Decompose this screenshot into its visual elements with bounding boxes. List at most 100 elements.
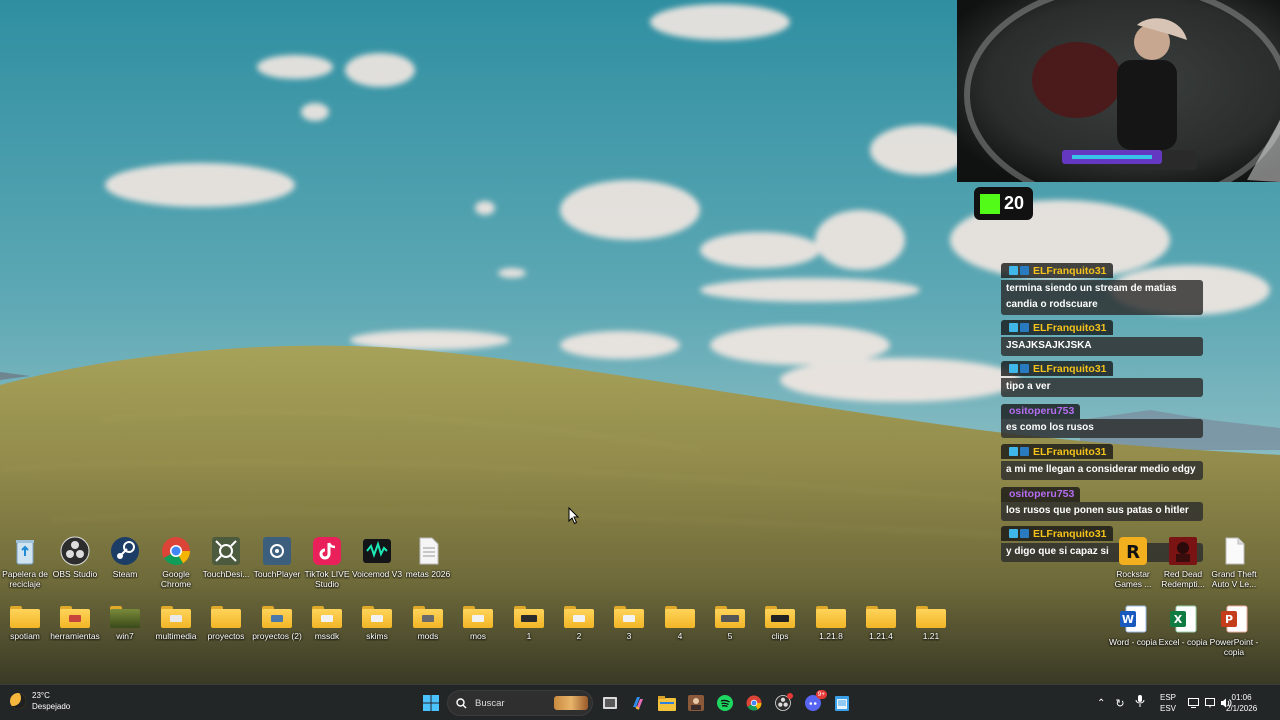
notepad-button[interactable]: [831, 692, 853, 714]
folder-proyectos-2[interactable]: proyectos (2): [252, 602, 302, 641]
taskbar: 23°C Despejado Buscar 9+ ⌃ ↻ ESP ESV 01:…: [0, 684, 1280, 720]
desktop-icon-red-dead[interactable]: Red Dead Redempti...: [1158, 536, 1208, 589]
desktop-icon-chrome[interactable]: Google Chrome: [151, 536, 201, 589]
desktop-icon-steam[interactable]: Steam: [100, 536, 150, 579]
icon-label: 5: [727, 631, 733, 641]
windows-start-button[interactable]: [420, 692, 442, 714]
icon-label: proyectos (2): [252, 631, 302, 641]
chat-username-tag: ELFranquito31: [1001, 526, 1113, 541]
desktop-icon-gta[interactable]: Grand Theft Auto V Le...: [1209, 536, 1259, 589]
desktop-icon-recycle-bin[interactable]: Papelera de reciclaje: [0, 536, 50, 589]
folder-icon: [614, 606, 644, 628]
icon-label: Steam: [112, 569, 138, 579]
obs-studio-icon: [60, 536, 90, 566]
photo-app-button[interactable]: [685, 692, 707, 714]
icon-label: 1: [526, 631, 532, 641]
chrome-icon: [746, 695, 762, 711]
photo-app-icon: [688, 695, 704, 711]
obs-taskbar-button[interactable]: [772, 692, 794, 714]
folder-proyectos[interactable]: proyectos: [201, 602, 251, 641]
folder-icon: [312, 606, 342, 628]
folder-herramientas[interactable]: herramientas: [50, 602, 100, 641]
weather-widget[interactable]: 23°C Despejado: [10, 690, 70, 712]
folder-multimedia[interactable]: multimedia: [151, 602, 201, 641]
icon-label: proyectos: [207, 631, 245, 641]
discord-notification-badge: 9+: [815, 690, 827, 699]
chat-username-tag: ositoperu753: [1001, 403, 1081, 419]
clock[interactable]: 01:06 2/1/2026: [1226, 685, 1257, 720]
folder-3[interactable]: 3: [604, 602, 654, 641]
icon-label: Papelera de reciclaje: [2, 569, 48, 589]
folder-1-21[interactable]: 1.21: [906, 602, 956, 641]
folder-mods[interactable]: mods: [403, 602, 453, 641]
folder-spotiam[interactable]: spotiam: [0, 602, 50, 641]
folder-1-21-8[interactable]: 1.21.8: [806, 602, 856, 641]
spotify-icon: [717, 695, 733, 711]
file-explorer-icon: [658, 695, 676, 711]
microphone-icon[interactable]: [1135, 694, 1145, 712]
folder-clips[interactable]: clips: [755, 602, 805, 641]
icon-label: OBS Studio: [52, 569, 98, 579]
taskbar-search[interactable]: Buscar: [447, 690, 593, 716]
desktop-icon-tiktok-live[interactable]: TikTok LIVE Studio: [302, 536, 352, 589]
icon-label: win7: [116, 631, 134, 641]
touchdesigner-icon: [211, 536, 241, 566]
task-view-icon: [603, 697, 617, 709]
desktop-icon-rockstar[interactable]: R Rockstar Games ...: [1108, 536, 1158, 589]
chat-message: ELFranquito31 JSAJKSAJKJSKA: [1001, 319, 1203, 356]
chat-username: ELFranquito31: [1033, 321, 1107, 334]
tiktok-live-studio-icon: [312, 536, 342, 566]
icon-label: metas 2026: [405, 569, 451, 579]
chat-text: tipo a ver: [1001, 378, 1203, 397]
folder-2[interactable]: 2: [554, 602, 604, 641]
icon-label: Excel - copia: [1158, 637, 1208, 647]
folder-icon: [514, 606, 544, 628]
folder-mos[interactable]: mos: [453, 602, 503, 641]
lang-line-1: ESP: [1160, 693, 1177, 702]
folder-4[interactable]: 4: [655, 602, 705, 641]
folder-icon: [866, 606, 896, 628]
desktop-icon-voicemod[interactable]: Voicemod V3: [352, 536, 402, 579]
icon-label: Rockstar Games ...: [1114, 569, 1152, 589]
folder-mssdk[interactable]: mssdk: [302, 602, 352, 641]
desktop-icon-powerpoint[interactable]: P PowerPoint - copia: [1209, 604, 1259, 657]
rockstar-games-icon: R: [1118, 536, 1148, 566]
folder-icon: [715, 606, 745, 628]
file-explorer-button[interactable]: [656, 692, 678, 714]
copilot-icon: [633, 697, 643, 710]
kick-viewer-badge: 20: [974, 187, 1033, 220]
folder-1[interactable]: 1: [504, 602, 554, 641]
icon-label: TouchPlayer: [253, 569, 301, 579]
folder-win7[interactable]: win7: [100, 602, 150, 641]
desktop-icon-excel[interactable]: X Excel - copia: [1158, 604, 1208, 647]
chat-username-tag: ELFranquito31: [1001, 361, 1113, 376]
google-chrome-icon: [161, 536, 191, 566]
icon-label: TouchDesi...: [202, 569, 250, 579]
search-placeholder: Buscar: [475, 697, 505, 709]
chat-text: JSAJKSAJKJSKA: [1001, 337, 1203, 356]
chrome-taskbar-button[interactable]: [743, 692, 765, 714]
icon-label: TikTok LIVE Studio: [304, 569, 350, 589]
desktop-icon-touchdesigner[interactable]: TouchDesi...: [201, 536, 251, 579]
folder-skims[interactable]: skims: [352, 602, 402, 641]
copilot-button[interactable]: [627, 692, 649, 714]
language-indicator[interactable]: ESP ESV: [1160, 685, 1176, 720]
discord-button[interactable]: 9+: [802, 690, 827, 714]
folder-1-21-4[interactable]: 1.21.4: [856, 602, 906, 641]
desktop-icon-obs[interactable]: OBS Studio: [50, 536, 100, 579]
desktop-icon-metas-2026[interactable]: metas 2026: [403, 536, 453, 579]
desktop-icon-touchplayer[interactable]: TouchPlayer: [252, 536, 302, 579]
chat-message: ELFranquito31 a mi me llegan a considera…: [1001, 443, 1203, 480]
icon-label: clips: [771, 631, 789, 641]
chat-badge-icons: [1009, 323, 1029, 332]
chevron-up-icon[interactable]: ⌃: [1097, 698, 1105, 709]
task-view-button[interactable]: [599, 692, 621, 714]
weather-temp: 23°C: [32, 691, 50, 700]
folder-5[interactable]: 5: [705, 602, 755, 641]
folder-icon: [564, 606, 594, 628]
spotify-button[interactable]: [714, 692, 736, 714]
sync-icon[interactable]: ↻: [1115, 697, 1124, 710]
desktop-icon-word[interactable]: W Word - copia: [1108, 604, 1158, 647]
steam-icon: [110, 536, 140, 566]
search-highlight-icon: [554, 696, 588, 710]
